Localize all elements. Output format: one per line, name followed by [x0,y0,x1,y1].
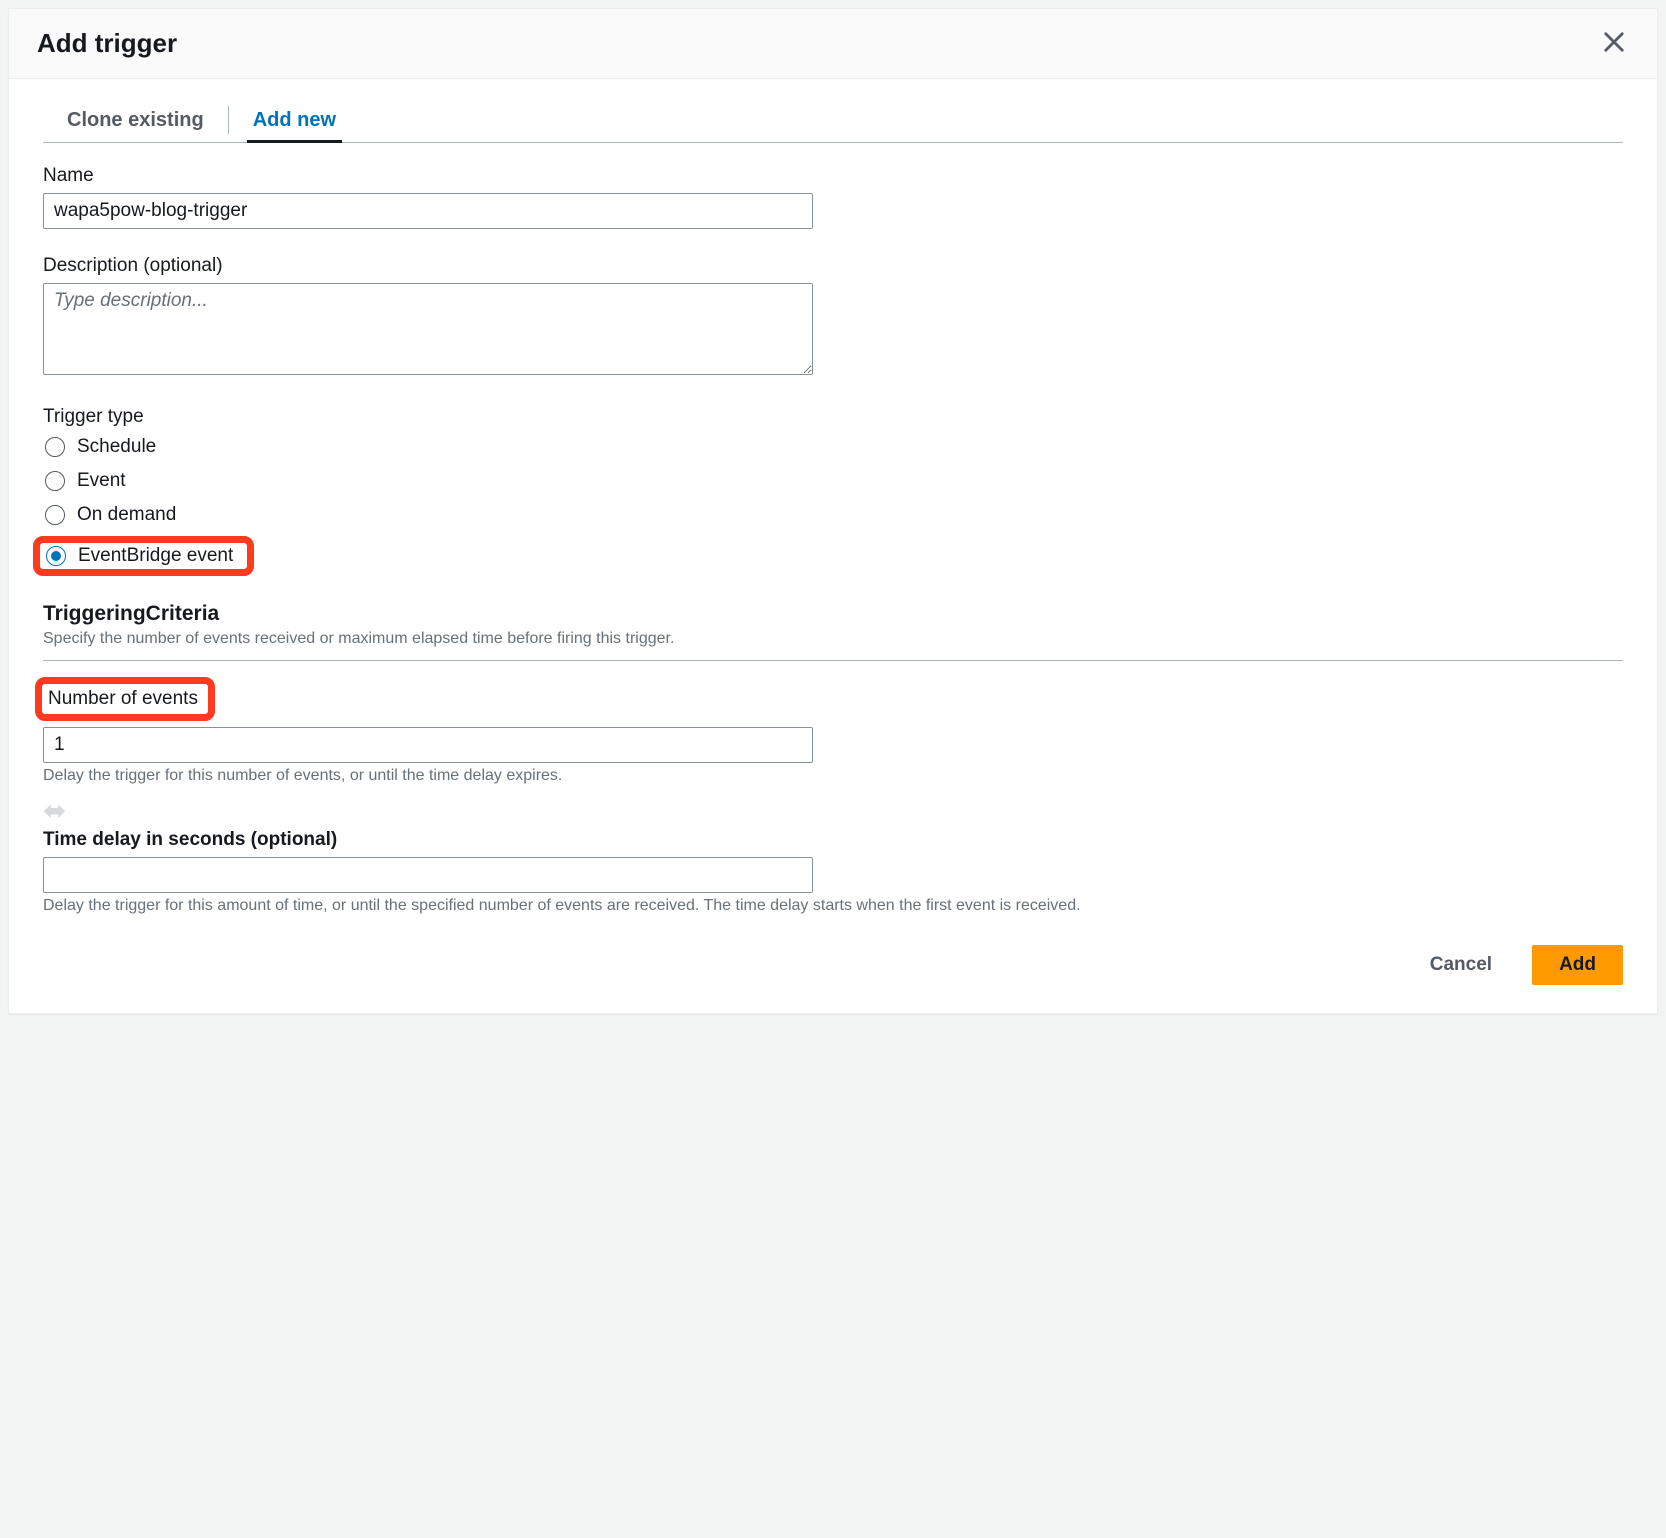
radio-icon [45,471,65,491]
description-textarea[interactable] [43,283,813,375]
trigger-type-label: Trigger type [43,406,1623,428]
name-input[interactable] [43,193,813,229]
description-field: Description (optional) [43,255,1623,380]
radio-label: On demand [77,504,176,526]
modal-body: Clone existing Add new Name Description … [9,79,1657,1013]
time-delay-helper: Delay the trigger for this amount of tim… [43,897,1623,915]
radio-label: Schedule [77,436,156,458]
radio-event[interactable]: Event [43,468,132,494]
close-icon [1603,31,1625,53]
trigger-type-field: Trigger type Schedule Event On demand Ev… [43,406,1623,576]
tabs: Clone existing Add new [43,97,1623,143]
radio-icon [46,546,66,566]
close-button[interactable] [1599,27,1629,60]
radio-label: Event [77,470,126,492]
radio-on-demand[interactable]: On demand [43,502,182,528]
radio-label: EventBridge event [78,545,233,567]
tab-clone-existing[interactable]: Clone existing [43,97,228,142]
number-of-events-highlight: Number of events [35,677,215,721]
modal-title: Add trigger [37,28,177,59]
number-of-events-helper: Delay the trigger for this number of eve… [43,767,1623,785]
radio-icon [45,437,65,457]
radio-schedule[interactable]: Schedule [43,434,162,460]
number-of-events-field: Number of events Delay the trigger for t… [43,677,1623,785]
time-delay-field: Time delay in seconds (optional) Delay t… [43,829,1623,915]
triggering-criteria-helper: Specify the number of events received or… [43,630,1623,648]
radio-eventbridge-event[interactable]: EventBridge event [33,536,254,576]
name-label: Name [43,165,1623,187]
trigger-type-radio-group: Schedule Event On demand EventBridge eve… [43,434,1623,576]
cancel-button[interactable]: Cancel [1404,945,1518,985]
tab-add-new[interactable]: Add new [229,97,360,142]
modal-footer: Cancel Add [43,945,1623,985]
description-label: Description (optional) [43,255,1623,277]
add-button[interactable]: Add [1532,945,1623,985]
add-trigger-modal: Add trigger Clone existing Add new Name … [8,8,1658,1014]
number-of-events-input[interactable] [43,727,813,763]
name-field: Name [43,165,1623,229]
modal-header: Add trigger [9,9,1657,79]
time-delay-label: Time delay in seconds (optional) [43,829,1623,851]
triggering-criteria-heading: TriggeringCriteria [43,602,1623,626]
number-of-events-label: Number of events [48,688,198,710]
time-delay-input[interactable] [43,857,813,893]
radio-icon [45,505,65,525]
criteria-divider [43,660,1623,661]
swap-icon: ⬌ [43,797,1623,825]
